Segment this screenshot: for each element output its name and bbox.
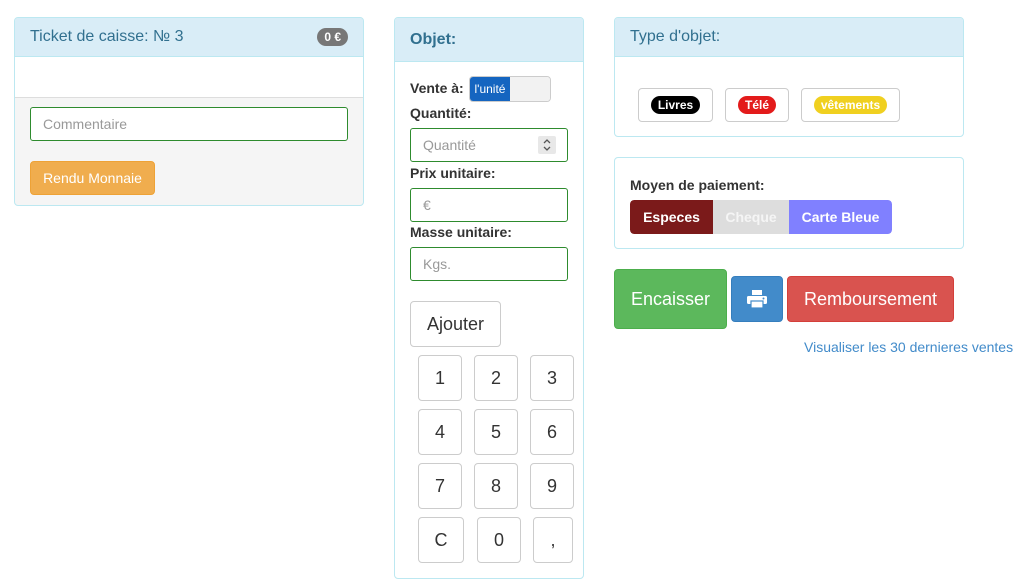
unit-price-input[interactable] [410,188,568,222]
type-button-livres[interactable]: Livres [638,88,713,122]
type-objet-panel-heading: Type d'objet: [615,18,963,57]
cash-in-button[interactable]: Encaisser [614,269,727,329]
keypad-key-5[interactable]: 5 [474,409,518,455]
sale-mode-toggle-on: l'unité [470,77,510,101]
type-objet-title: Type d'objet: [630,28,721,45]
comment-input[interactable] [30,107,348,141]
ticket-total-badge: 0 € [317,28,348,46]
keypad-key-comma[interactable]: , [533,517,573,563]
refund-button[interactable]: Remboursement [787,276,954,322]
keypad-key-0[interactable]: 0 [477,517,521,563]
sale-mode-label: Vente à: [410,80,464,96]
keypad-key-8[interactable]: 8 [474,463,518,509]
payment-carte-bleue-button[interactable]: Carte Bleue [789,200,892,234]
unit-price-label: Prix unitaire: [410,165,496,181]
add-button[interactable]: Ajouter [410,301,501,347]
objet-panel-heading: Objet: [395,18,583,62]
type-objet-panel: Type d'objet: Livres Télé vêtements [614,17,964,137]
type-button-tele[interactable]: Télé [725,88,789,122]
keypad-key-3[interactable]: 3 [530,355,574,401]
change-button[interactable]: Rendu Monnaie [30,161,155,195]
objet-panel: Objet: Vente à: l'unité Quantité: Prix u… [394,17,584,579]
type-tag-livres: Livres [650,96,701,114]
keypad-key-2[interactable]: 2 [474,355,518,401]
quantity-field-wrap [410,128,568,162]
keypad-key-6[interactable]: 6 [530,409,574,455]
print-button[interactable] [731,276,783,322]
ticket-panel: Ticket de caisse: № 3 0 € Rendu Monnaie [14,17,364,206]
unit-mass-input[interactable] [410,247,568,281]
payment-especes-button[interactable]: Especes [630,200,713,234]
recent-sales-link[interactable]: Visualiser les 30 dernieres ventes [804,339,1013,355]
type-tag-vetements: vêtements [813,96,888,114]
type-tag-tele: Télé [737,96,776,114]
payment-cheque-button[interactable]: Cheque [713,200,789,234]
keypad-key-1[interactable]: 1 [418,355,462,401]
ticket-lines-area [15,57,363,98]
quantity-label: Quantité: [410,105,472,121]
print-icon [747,290,767,308]
sale-mode-toggle-handle [510,77,550,101]
unit-mass-label: Masse unitaire: [410,224,512,240]
type-button-vetements[interactable]: vêtements [801,88,900,122]
payment-label: Moyen de paiement: [630,177,765,193]
spinner-arrows-icon [543,139,551,151]
quantity-spinner[interactable] [538,136,556,154]
payment-panel: Moyen de paiement: Especes Cheque Carte … [614,157,964,249]
keypad-key-4[interactable]: 4 [418,409,462,455]
keypad-key-clear[interactable]: C [418,517,464,563]
sale-mode-toggle[interactable]: l'unité [469,76,551,102]
keypad-key-9[interactable]: 9 [530,463,574,509]
ticket-title: Ticket de caisse: № 3 [30,28,184,45]
ticket-panel-heading: Ticket de caisse: № 3 0 € [15,18,363,57]
objet-title: Objet: [410,30,457,48]
keypad-key-7[interactable]: 7 [418,463,462,509]
payment-button-group: Especes Cheque Carte Bleue [630,200,892,234]
